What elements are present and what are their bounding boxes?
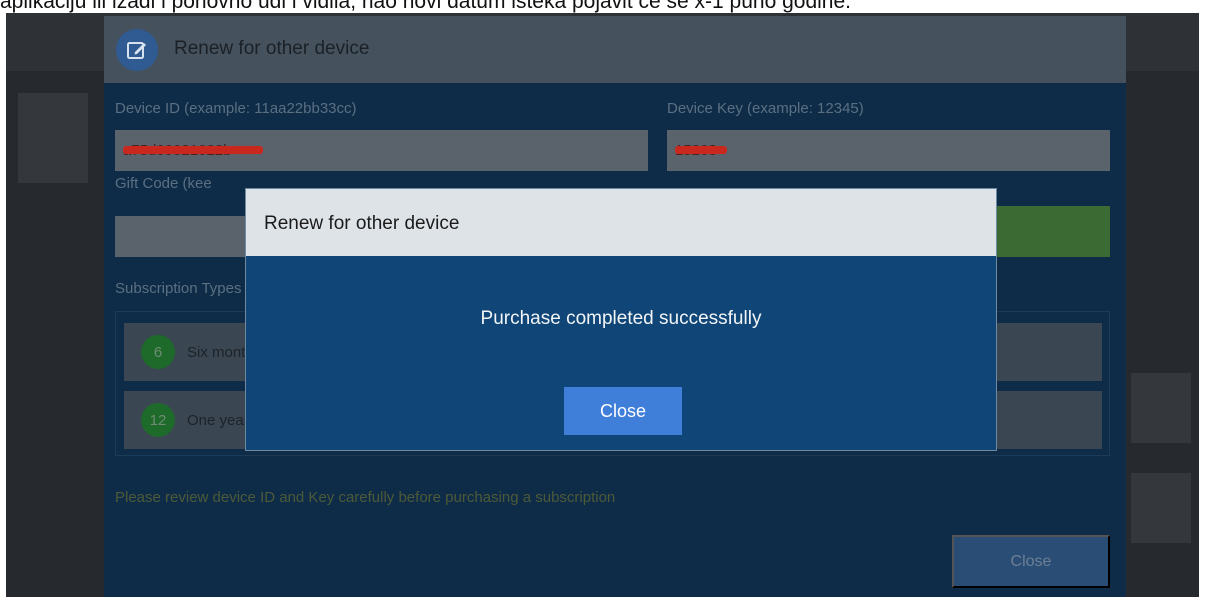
option-badge: 6 [141, 335, 175, 369]
option-badge: 12 [141, 403, 175, 437]
tv-screen: Renew for other device Device ID (exampl… [6, 13, 1199, 597]
gift-code-label: Gift Code (kee [115, 175, 212, 192]
device-key-label: Device Key (example: 12345) [667, 100, 864, 117]
panel-close-button[interactable]: Close [952, 535, 1110, 588]
review-warning: Please review device ID and Key carefull… [115, 489, 616, 506]
edit-note-icon [116, 29, 158, 71]
redaction-mark [123, 146, 263, 154]
redaction-mark [675, 146, 727, 154]
background-tile [1131, 473, 1191, 543]
background-tile [18, 93, 88, 183]
dialog-close-button[interactable]: Close [564, 387, 682, 435]
device-id-label: Device ID (example: 11aa22bb33cc) [115, 100, 357, 117]
subscription-types-label: Subscription Types [115, 280, 242, 297]
background-tile [1131, 373, 1191, 443]
device-key-input[interactable]: 15263 [667, 130, 1110, 171]
panel-header: Renew for other device [104, 16, 1126, 83]
success-dialog: Renew for other device Purchase complete… [245, 188, 997, 451]
dialog-title: Renew for other device [264, 213, 460, 234]
panel-title: Renew for other device [174, 38, 370, 59]
device-id-input[interactable]: a75d09021022b [115, 130, 648, 171]
page-caption: aplikaciju ili izađi i ponovno uđi i vid… [0, 0, 852, 13]
dialog-header: Renew for other device [246, 189, 996, 256]
dialog-message: Purchase completed successfully [480, 308, 762, 329]
